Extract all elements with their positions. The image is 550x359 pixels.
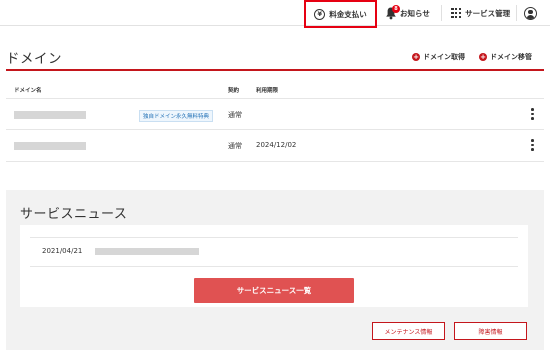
account-nav-button[interactable] [524, 0, 537, 26]
service-manage-nav-button[interactable]: サービス管理 [451, 0, 510, 26]
contract-cell: 通常 [228, 142, 242, 150]
redacted-news-title [95, 248, 199, 255]
kebab-menu-icon[interactable] [531, 139, 534, 151]
grid-icon [451, 7, 462, 19]
account-icon [524, 6, 537, 20]
payment-nav-label: 料金支払い [329, 9, 367, 19]
acquire-domain-label: ドメイン取得 [423, 53, 465, 61]
redacted-domain-name[interactable] [14, 111, 86, 119]
top-bar: ¥ 料金支払い 8 お知らせ サービス管理 [0, 0, 550, 28]
nav-divider [516, 5, 517, 21]
service-news-title: サービスニュース [20, 207, 128, 222]
transfer-domain-button[interactable]: + ドメイン移管 [479, 52, 532, 62]
service-news-card: 2021/04/21 サービスニュース一覧 [20, 225, 528, 307]
notice-nav-button[interactable]: 8 お知らせ [385, 0, 430, 26]
plus-circle-icon: + [479, 53, 487, 61]
transfer-domain-label: ドメイン移管 [490, 53, 532, 61]
service-manage-nav-label: サービス管理 [465, 8, 511, 18]
news-list-item[interactable]: 2021/04/21 [30, 237, 518, 267]
payment-nav-button[interactable]: ¥ 料金支払い [304, 0, 377, 28]
notice-count-badge: 8 [392, 5, 400, 13]
domain-section-title: ドメイン [6, 51, 62, 67]
column-header-domain-name: ドメイン名 [14, 88, 42, 94]
acquire-domain-button[interactable]: + ドメイン取得 [412, 52, 465, 62]
domain-row: 通常 2024/12/02 [6, 130, 544, 162]
plus-circle-icon: + [412, 53, 420, 61]
column-header-expiry: 利用期限 [256, 88, 279, 94]
service-news-list-button[interactable]: サービスニュース一覧 [194, 278, 354, 303]
maintenance-info-button[interactable]: メンテナンス情報 [372, 322, 445, 340]
contract-cell: 通常 [228, 111, 242, 119]
domain-row: 独自ドメイン永久無料特典 通常 [6, 98, 544, 130]
section-title-rule [6, 69, 544, 71]
column-header-contract: 契約 [228, 88, 240, 94]
yen-icon: ¥ [314, 8, 326, 20]
kebab-menu-icon[interactable] [531, 108, 534, 120]
bell-icon: 8 [385, 5, 400, 20]
fault-info-button[interactable]: 障害情報 [454, 322, 527, 340]
nav-divider [441, 5, 442, 21]
service-news-panel: サービスニュース 2021/04/21 サービスニュース一覧 メンテナンス情報 … [6, 190, 544, 350]
expiry-cell: 2024/12/02 [256, 141, 297, 149]
news-date: 2021/04/21 [42, 247, 83, 255]
redacted-domain-name[interactable] [14, 142, 86, 150]
free-domain-tag: 独自ドメイン永久無料特典 [139, 110, 214, 122]
notice-nav-label: お知らせ [400, 8, 430, 18]
